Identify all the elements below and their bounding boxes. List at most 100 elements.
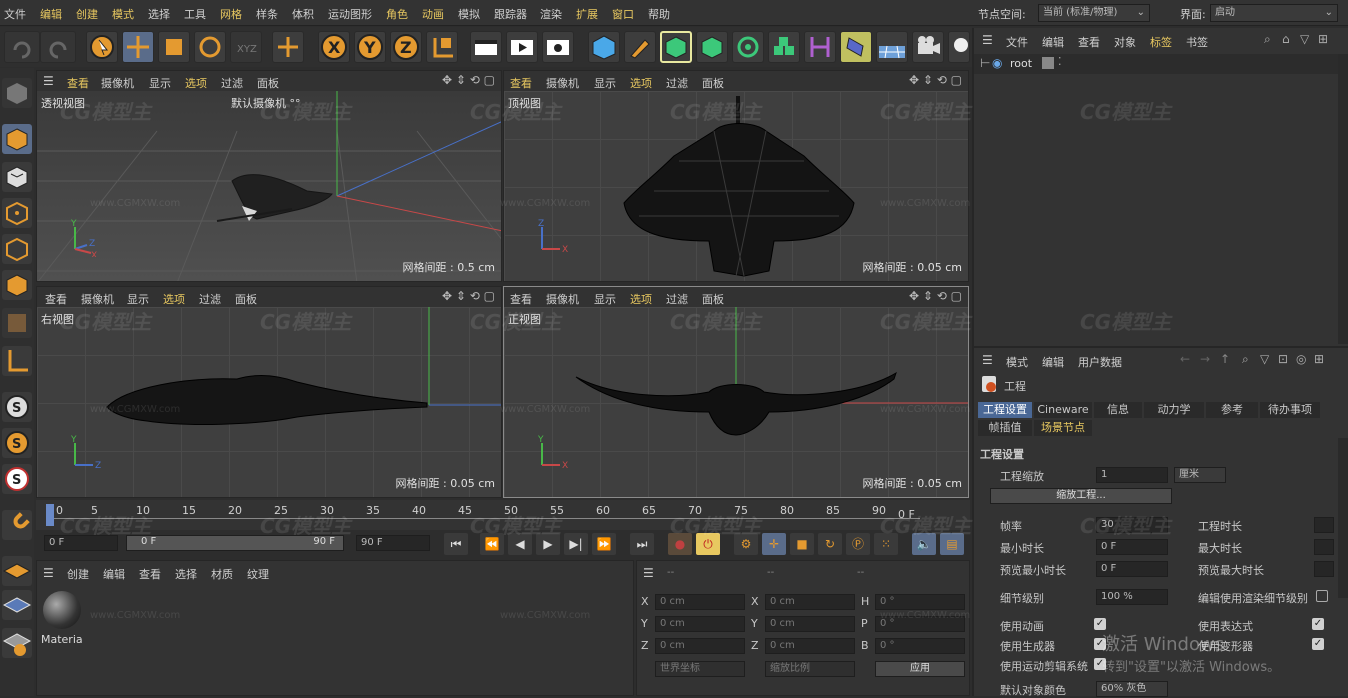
scale-mode-select[interactable]: 缩放比例 xyxy=(765,661,855,677)
menu-extensions[interactable]: 扩展 xyxy=(576,6,598,22)
y-axis-icon[interactable]: Y xyxy=(354,31,386,63)
pen-icon[interactable] xyxy=(624,31,656,63)
menu-file[interactable]: 文件 xyxy=(4,6,26,22)
tab-info[interactable]: 信息 xyxy=(1094,402,1142,418)
render-picture-viewer-icon[interactable] xyxy=(506,31,538,63)
cloner-icon[interactable] xyxy=(768,31,800,63)
vp-menu-display[interactable]: 显示 xyxy=(594,291,616,307)
menu-edit[interactable]: 编辑 xyxy=(40,6,62,22)
deformer-icon[interactable] xyxy=(804,31,836,63)
coordinate-system-icon[interactable] xyxy=(426,31,458,63)
layout-select[interactable]: 启动 ⌄ xyxy=(1210,4,1338,22)
menu-mode[interactable]: 模式 xyxy=(112,6,134,22)
position-y-field[interactable]: 0 cm xyxy=(655,616,745,632)
live-select-icon[interactable] xyxy=(86,31,118,63)
menu-icon[interactable]: ☰ xyxy=(43,566,54,580)
vp-menu-camera[interactable]: 摄像机 xyxy=(546,291,579,307)
polygons-mode-icon[interactable] xyxy=(2,270,32,300)
obj-menu-edit[interactable]: 编辑 xyxy=(1042,34,1064,50)
vp-menu-filter[interactable]: 过滤 xyxy=(199,291,221,307)
menu-volume[interactable]: 体积 xyxy=(292,6,314,22)
locked-workplane-icon[interactable] xyxy=(2,628,32,658)
vp-menu-filter[interactable]: 过滤 xyxy=(221,75,243,91)
vp-menu-view[interactable]: 查看 xyxy=(510,75,532,91)
vp-menu-filter[interactable]: 过滤 xyxy=(666,75,688,91)
tree-expand-icon[interactable]: ⊢ xyxy=(980,56,990,70)
menu-tools[interactable]: 工具 xyxy=(184,6,206,22)
vp-menu-camera[interactable]: 摄像机 xyxy=(101,75,134,91)
project-length-field[interactable] xyxy=(1314,517,1334,533)
menu-render[interactable]: 渲染 xyxy=(540,6,562,22)
obj-menu-bookmarks[interactable]: 书签 xyxy=(1186,34,1208,50)
new-window-icon[interactable]: ⊞ xyxy=(1314,352,1324,366)
vp-menu-display[interactable]: 显示 xyxy=(149,75,171,91)
max-time-field[interactable] xyxy=(1314,539,1334,555)
vp-menu-view[interactable]: 查看 xyxy=(45,291,67,307)
mat-menu-material[interactable]: 材质 xyxy=(211,566,233,582)
vp-menu-options[interactable]: 选项 xyxy=(185,75,207,91)
vp-menu-display[interactable]: 显示 xyxy=(594,75,616,91)
next-key-icon[interactable]: ⏩ xyxy=(592,533,616,555)
size-y-field[interactable]: 0 cm xyxy=(765,616,855,632)
viewport-nav-icons[interactable]: ✥ ⇕ ⟲ ▢ xyxy=(909,289,962,303)
project-scale-unit-select[interactable]: 厘米 xyxy=(1174,467,1226,483)
light-icon[interactable] xyxy=(948,31,970,63)
viewport-nav-icons[interactable]: ✥ ⇕ ⟲ ▢ xyxy=(442,73,495,87)
key-rotation-icon[interactable]: ↻ xyxy=(818,533,842,555)
points-mode-icon[interactable] xyxy=(2,198,32,228)
attr-menu-edit[interactable]: 编辑 xyxy=(1042,354,1064,370)
search-icon[interactable]: ⌕ xyxy=(1242,352,1249,367)
vp-menu-options[interactable]: 选项 xyxy=(630,75,652,91)
go-to-end-icon[interactable]: ⏭ xyxy=(630,533,654,555)
menu-spline[interactable]: 样条 xyxy=(256,6,278,22)
vp-menu-camera[interactable]: 摄像机 xyxy=(81,291,114,307)
mat-menu-edit[interactable]: 编辑 xyxy=(103,566,125,582)
vp-menu-panel[interactable]: 面板 xyxy=(702,75,724,91)
position-x-field[interactable]: 0 cm xyxy=(655,594,745,610)
vp-menu-display[interactable]: 显示 xyxy=(127,291,149,307)
size-z-field[interactable]: 0 cm xyxy=(765,638,855,654)
vp-menu-filter[interactable]: 过滤 xyxy=(666,291,688,307)
tab-scene-nodes[interactable]: 场景节点 xyxy=(1034,420,1092,436)
obj-menu-object[interactable]: 对象 xyxy=(1114,34,1136,50)
use-deformer-checkbox[interactable]: ✓ xyxy=(1312,638,1324,650)
rotation-h-field[interactable]: 0 ° xyxy=(875,594,965,610)
uv-mode-icon[interactable] xyxy=(2,308,32,338)
extrude-icon[interactable] xyxy=(696,31,728,63)
axis-mode-icon[interactable] xyxy=(2,346,32,376)
vp-menu-panel[interactable]: 面板 xyxy=(235,291,257,307)
back-arrow-icon[interactable]: ← xyxy=(1180,352,1190,366)
menu-mograph[interactable]: 运动图形 xyxy=(328,6,372,22)
vp-menu-view[interactable]: 查看 xyxy=(67,75,89,91)
rotation-b-field[interactable]: 0 ° xyxy=(875,638,965,654)
project-scale-field[interactable]: 1 xyxy=(1096,467,1168,483)
go-to-start-icon[interactable]: ⏮ xyxy=(444,533,468,555)
camera-icon[interactable] xyxy=(912,31,944,63)
make-editable-icon[interactable] xyxy=(2,78,32,108)
forward-arrow-icon[interactable]: → xyxy=(1200,352,1210,366)
object-row-root[interactable]: ⊢ ◉ root ⁚ xyxy=(974,54,1338,74)
end-frame-field[interactable]: 90 F xyxy=(356,535,430,551)
transform-icon[interactable] xyxy=(272,31,304,63)
workplane-snap-icon[interactable]: S xyxy=(2,464,32,494)
node-space-select[interactable]: 当前 (标准/物理) ⌄ xyxy=(1038,4,1150,22)
scrollbar[interactable] xyxy=(1338,54,1348,344)
menu-icon[interactable]: ☰ xyxy=(43,74,54,88)
mat-menu-texture[interactable]: 纹理 xyxy=(247,566,269,582)
apply-button[interactable]: 应用 xyxy=(875,661,965,677)
tab-todo[interactable]: 待办事项 xyxy=(1260,402,1320,418)
mat-menu-create[interactable]: 创建 xyxy=(67,566,89,582)
menu-icon[interactable]: ☰ xyxy=(982,353,993,367)
up-arrow-icon[interactable]: ↑ xyxy=(1220,352,1230,366)
scale-icon[interactable] xyxy=(158,31,190,63)
material-swatch[interactable]: Materia xyxy=(41,589,83,647)
mograph-icon[interactable] xyxy=(732,31,764,63)
scale-project-button[interactable]: 缩放工程... xyxy=(990,488,1172,504)
render-view-icon[interactable] xyxy=(470,31,502,63)
mat-menu-view[interactable]: 查看 xyxy=(139,566,161,582)
obj-menu-tags[interactable]: 标签 xyxy=(1150,34,1172,50)
texture-mode-icon[interactable] xyxy=(2,162,32,192)
attr-menu-userdata[interactable]: 用户数据 xyxy=(1078,354,1122,370)
menu-icon[interactable]: ☰ xyxy=(643,566,654,580)
visibility-dots-icon[interactable]: ⁚ xyxy=(1058,55,1062,68)
